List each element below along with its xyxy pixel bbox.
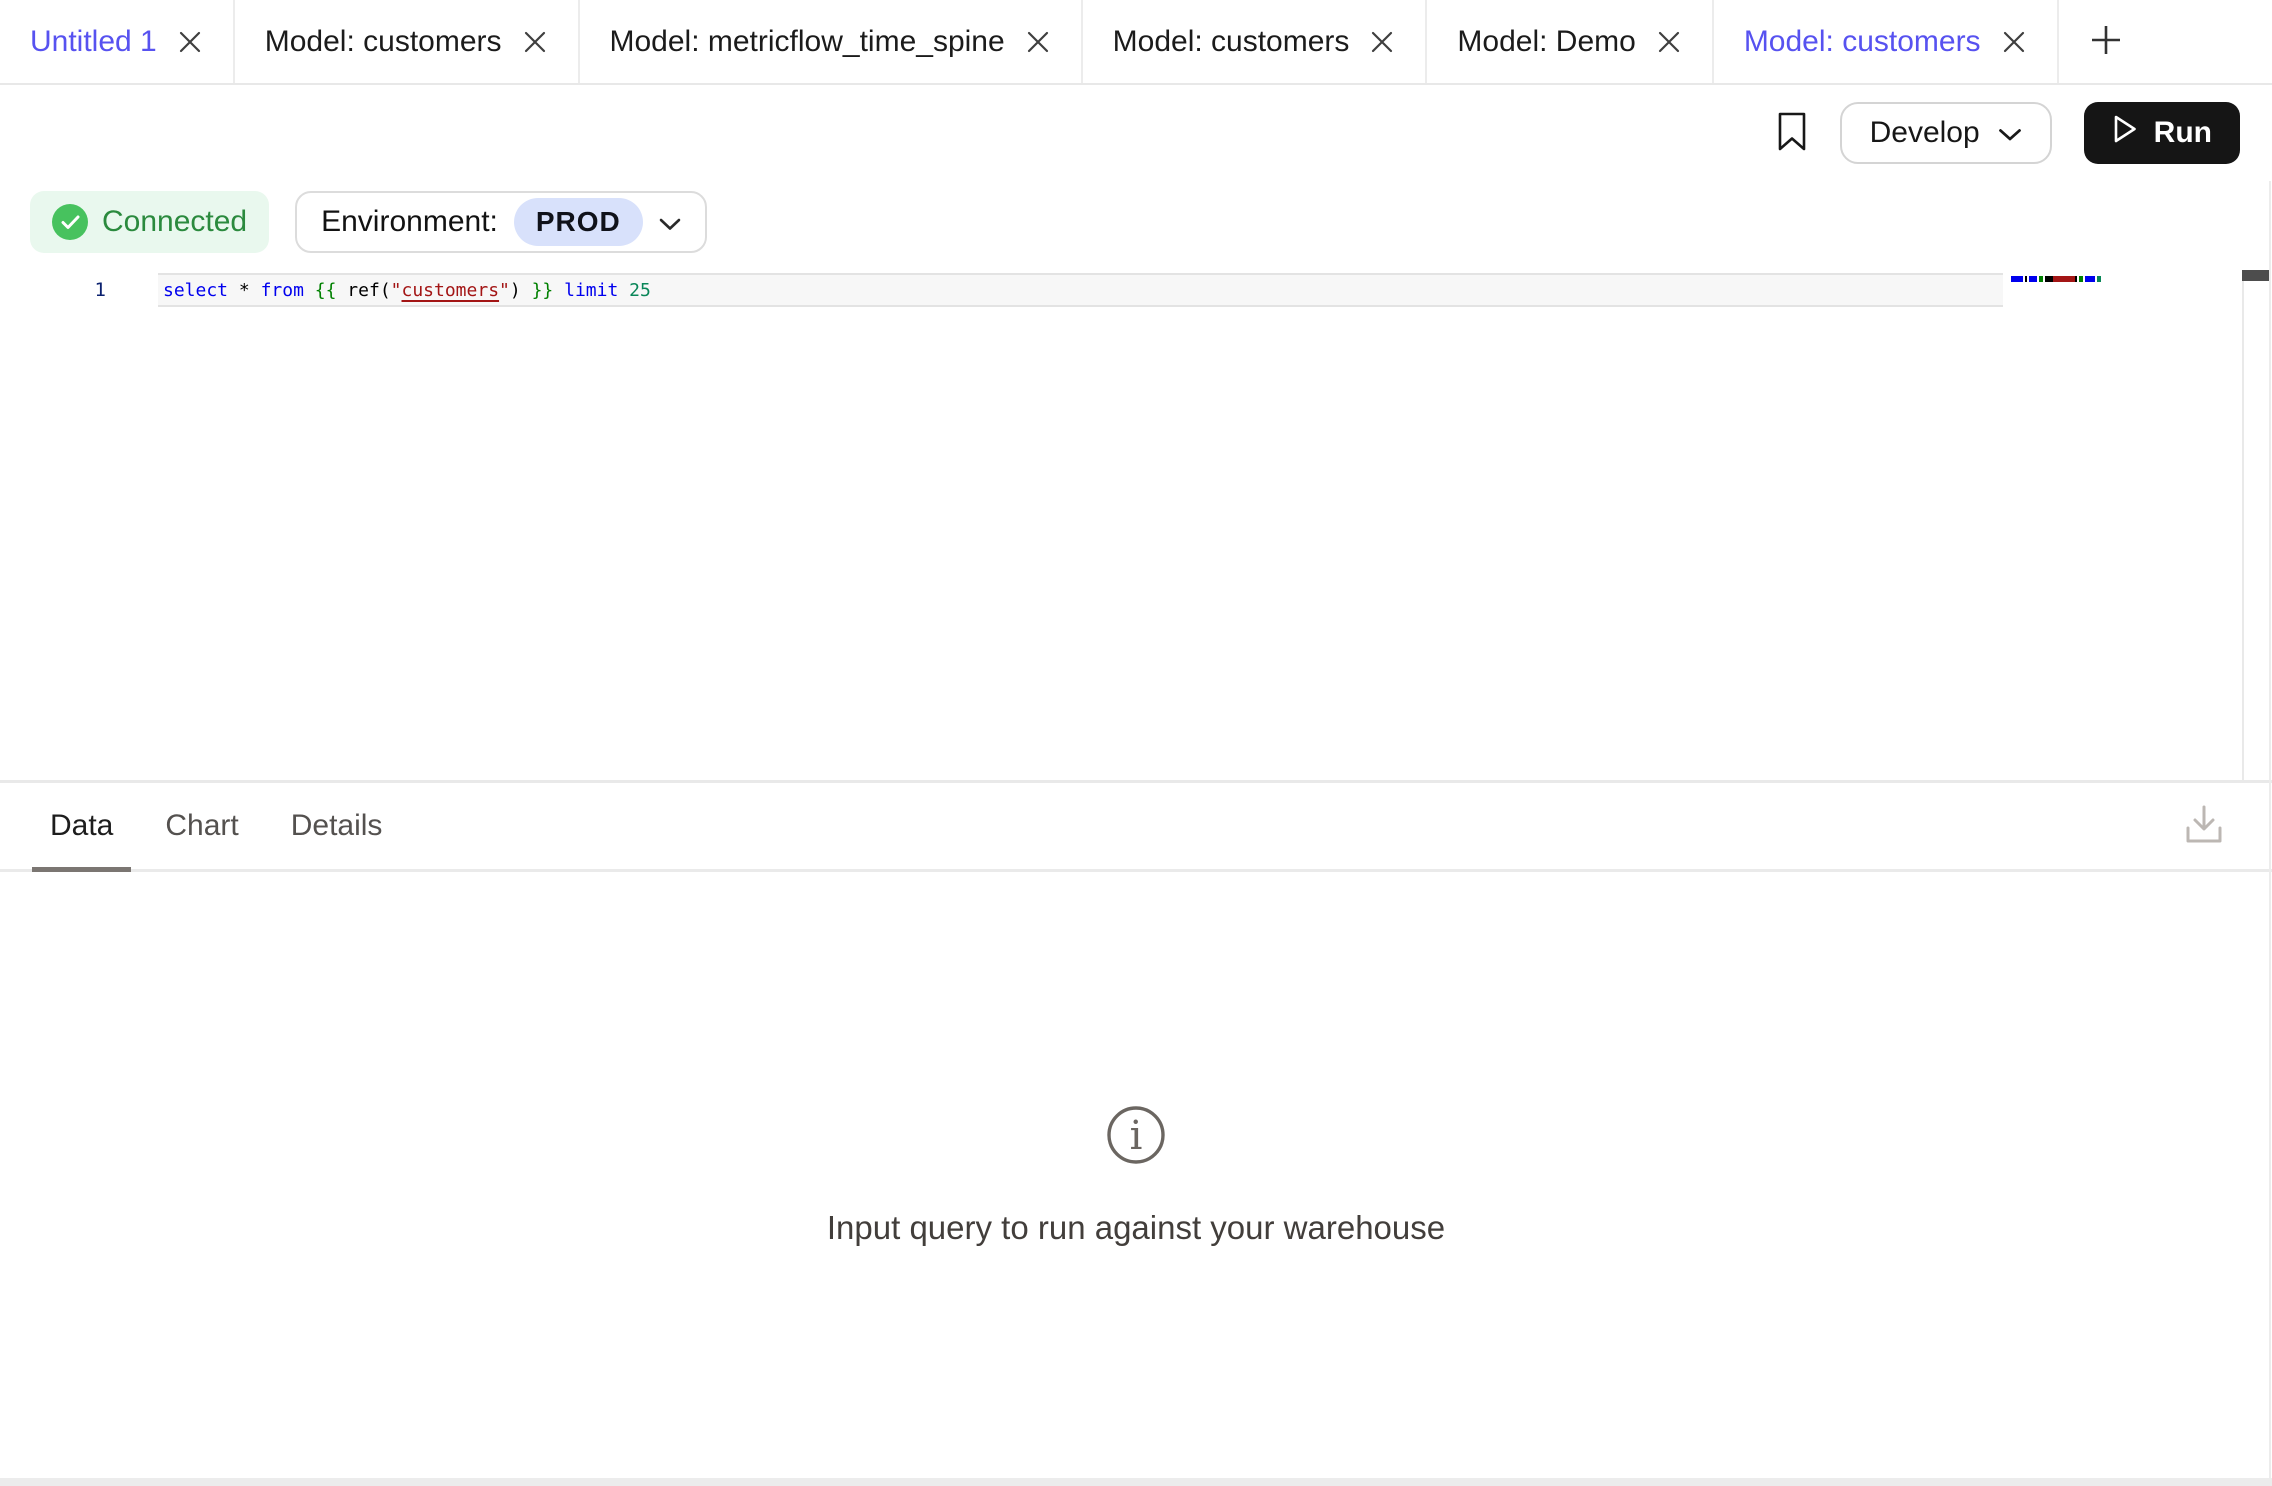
bottom-status-strip — [0, 1478, 2272, 1486]
editor-tab[interactable]: Model: metricflow_time_spine — [580, 0, 1083, 83]
minimap-token — [2055, 276, 2073, 282]
close-icon[interactable] — [1656, 29, 1682, 55]
results-tab-chart[interactable]: Chart — [165, 783, 238, 869]
code-token — [228, 280, 239, 301]
results-tab-strip: Data Chart Details — [50, 783, 382, 869]
download-icon — [2182, 804, 2226, 849]
code-token — [521, 280, 532, 301]
editor-scrollbar-thumb[interactable] — [2242, 270, 2270, 281]
code-token: ref — [347, 280, 380, 301]
editor-tab[interactable]: Model: Demo — [1427, 0, 1713, 83]
connection-status-badge: Connected — [30, 191, 269, 253]
minimap-token — [2029, 276, 2037, 282]
develop-label: Develop — [1870, 116, 1980, 150]
code-token: ) — [510, 280, 521, 301]
run-button[interactable]: Run — [2084, 102, 2240, 164]
download-results-button[interactable] — [2182, 804, 2226, 849]
editor-tab-label: Untitled 1 — [30, 25, 157, 59]
editor-minimap[interactable] — [2011, 276, 2101, 282]
play-icon — [2112, 114, 2138, 152]
editor-tab-label: Model: customers — [265, 25, 502, 59]
toolbar: Develop Run — [0, 85, 2272, 181]
environment-value-pill: PROD — [514, 198, 643, 246]
editor-tab[interactable]: Model: customers — [1083, 0, 1428, 83]
code-token — [618, 280, 629, 301]
minimap-token — [2085, 276, 2095, 282]
code-token: limit — [564, 280, 618, 301]
code-token: * — [239, 280, 250, 301]
bookmark-button[interactable] — [1776, 111, 1808, 156]
dbt-ide-window: Untitled 1 Model: customers Model: metricf… — [0, 0, 2272, 1486]
code-token: " — [391, 280, 402, 301]
code-token — [553, 280, 564, 301]
code-token: from — [261, 280, 304, 301]
close-icon[interactable] — [522, 29, 548, 55]
editor-tab[interactable]: Model: customers — [235, 0, 580, 83]
results-panel-body: i Input query to run against your wareho… — [0, 872, 2272, 1478]
bookmark-icon — [1776, 111, 1808, 156]
editor-tab-label: Model: metricflow_time_spine — [610, 25, 1005, 59]
editor-current-line[interactable]: select * from {{ ref("customers") }} lim… — [158, 273, 2003, 307]
line-number: 1 — [0, 273, 106, 307]
editor-tab-strip: Untitled 1 Model: customers Model: metricf… — [0, 0, 2059, 83]
run-label: Run — [2154, 116, 2212, 150]
code-token: {{ — [315, 280, 337, 301]
editor-tab[interactable]: Model: customers — [1714, 0, 2059, 83]
results-panel-tab-bar: Data Chart Details — [0, 783, 2272, 872]
close-icon[interactable] — [1369, 29, 1395, 55]
new-tab-button[interactable] — [2059, 0, 2153, 83]
editor-tab-label: Model: customers — [1744, 25, 1981, 59]
results-tab-data[interactable]: Data — [50, 783, 113, 869]
info-icon: i — [1105, 1104, 1167, 1171]
check-icon — [52, 204, 88, 240]
svg-text:i: i — [1130, 1113, 1143, 1159]
editor-tab[interactable]: Untitled 1 — [0, 0, 235, 83]
sql-editor[interactable]: 1 select * from {{ ref("customers") }} l… — [0, 263, 2272, 780]
minimap-token — [2097, 276, 2101, 282]
environment-selector[interactable]: Environment: PROD — [295, 191, 707, 253]
empty-state-message: Input query to run against your warehous… — [827, 1209, 1445, 1247]
code-token: " — [499, 280, 510, 301]
code-token: }} — [532, 280, 554, 301]
code-token: select — [163, 280, 228, 301]
code-token — [250, 280, 261, 301]
minimap-token — [2011, 276, 2023, 282]
code-token: ( — [380, 280, 391, 301]
code-token: 25 — [629, 280, 651, 301]
close-icon[interactable] — [2001, 29, 2027, 55]
connected-label: Connected — [102, 205, 247, 239]
code-token[interactable]: customers — [402, 280, 500, 301]
window-right-scrollbar-track — [2269, 181, 2271, 1478]
status-row: Connected Environment: PROD — [0, 181, 2272, 263]
chevron-down-icon — [659, 205, 681, 239]
editor-tab-label: Model: customers — [1113, 25, 1350, 59]
develop-menu-button[interactable]: Develop — [1840, 102, 2052, 164]
editor-tab-label: Model: Demo — [1457, 25, 1635, 59]
close-icon[interactable] — [1025, 29, 1051, 55]
close-icon[interactable] — [177, 29, 203, 55]
environment-label: Environment: — [321, 205, 498, 239]
editor-scrollbar-track — [2242, 271, 2244, 780]
results-tab-details[interactable]: Details — [291, 783, 383, 869]
chevron-down-icon — [1998, 116, 2022, 150]
plus-icon — [2087, 21, 2125, 62]
code-token — [336, 280, 347, 301]
code-token — [304, 280, 315, 301]
editor-tab-bar: Untitled 1 Model: customers Model: metricf… — [0, 0, 2272, 85]
